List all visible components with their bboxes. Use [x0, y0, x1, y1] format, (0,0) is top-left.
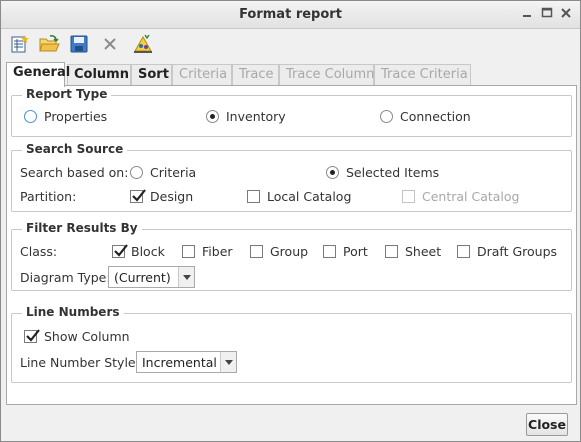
radio-inventory[interactable]	[206, 110, 219, 123]
search-source-legend: Search Source	[22, 142, 128, 156]
checkbox-local-catalog-label[interactable]: Local Catalog	[267, 189, 351, 204]
filter-results-legend: Filter Results By	[22, 221, 142, 235]
partition-label: Partition:	[20, 189, 77, 204]
run-report-icon[interactable]	[131, 32, 155, 56]
radio-connection[interactable]	[380, 110, 393, 123]
window-title: Format report	[239, 7, 342, 22]
line-numbers-group: Line Numbers Show Column Line Number Sty…	[11, 305, 572, 383]
open-folder-icon[interactable]	[37, 32, 61, 56]
search-source-group: Search Source Search based on: Criteria …	[11, 142, 572, 212]
tab-sort[interactable]: Sort	[131, 64, 172, 86]
checkbox-local-catalog[interactable]	[247, 190, 260, 203]
line-number-style-label: Line Number Style:	[20, 355, 140, 370]
general-panel: Report Type Properties Inventory Connect…	[6, 85, 577, 405]
class-label: Class:	[20, 244, 58, 259]
close-button[interactable]: Close	[526, 413, 568, 436]
radio-properties-label[interactable]: Properties	[44, 109, 107, 124]
diagram-type-label: Diagram Type:	[20, 270, 111, 285]
diagram-type-select[interactable]: (Current)	[108, 266, 195, 288]
filter-results-group: Filter Results By Class: Block Fiber Gro…	[11, 221, 572, 291]
checkmark-icon	[114, 244, 128, 257]
line-number-style-select[interactable]: Incremental	[136, 351, 237, 373]
checkbox-block[interactable]	[112, 244, 128, 258]
tab-criteria[interactable]: Criteria	[172, 64, 232, 86]
checkbox-fiber-label[interactable]: Fiber	[202, 244, 233, 259]
search-based-on-label: Search based on:	[20, 165, 129, 180]
maximize-icon[interactable]	[540, 6, 554, 20]
diagram-type-value: (Current)	[114, 270, 171, 285]
checkbox-design-label[interactable]: Design	[150, 189, 193, 204]
checkbox-port[interactable]	[323, 245, 336, 258]
toolbar	[1, 29, 580, 59]
format-report-window: Format report General Column Sort Criter…	[0, 0, 581, 442]
checkbox-port-label[interactable]: Port	[343, 244, 368, 259]
delete-icon[interactable]	[98, 32, 122, 56]
checkbox-fiber[interactable]	[182, 245, 195, 258]
close-window-icon[interactable]	[559, 6, 573, 20]
checkbox-sheet[interactable]	[385, 245, 398, 258]
checkmark-icon	[132, 189, 146, 202]
radio-selected-items[interactable]	[326, 166, 339, 179]
title-bar[interactable]: Format report	[1, 1, 580, 29]
checkbox-group[interactable]	[250, 245, 263, 258]
radio-connection-label[interactable]: Connection	[400, 109, 471, 124]
tab-trace-criteria[interactable]: Trace Criteria	[374, 64, 471, 86]
line-number-style-value: Incremental	[142, 355, 217, 370]
new-report-icon[interactable]	[8, 32, 32, 56]
save-icon[interactable]	[67, 32, 91, 56]
tab-bar: General Column Sort Criteria Trace Trace…	[6, 62, 576, 87]
tab-general[interactable]: General	[6, 62, 70, 87]
checkbox-show-column-label[interactable]: Show Column	[44, 329, 130, 344]
checkbox-design[interactable]	[130, 189, 146, 203]
checkbox-draft-groups[interactable]	[457, 245, 470, 258]
checkbox-draft-groups-label[interactable]: Draft Groups	[477, 244, 557, 259]
checkbox-block-label[interactable]: Block	[131, 244, 165, 259]
report-type-legend: Report Type	[22, 87, 112, 101]
report-type-group: Report Type Properties Inventory Connect…	[11, 87, 572, 137]
checkbox-central-catalog-label[interactable]: Central Catalog	[422, 189, 520, 204]
radio-criteria[interactable]	[130, 166, 143, 179]
checkbox-sheet-label[interactable]: Sheet	[405, 244, 441, 259]
tab-column[interactable]: Column	[67, 64, 131, 86]
checkmark-icon	[26, 329, 40, 342]
checkbox-group-label[interactable]: Group	[270, 244, 308, 259]
radio-inventory-label[interactable]: Inventory	[226, 109, 286, 124]
checkbox-central-catalog[interactable]	[402, 190, 415, 203]
radio-selected-items-label[interactable]: Selected Items	[346, 165, 439, 180]
chevron-down-icon[interactable]	[178, 267, 194, 287]
line-numbers-legend: Line Numbers	[22, 305, 124, 319]
chevron-down-icon[interactable]	[220, 352, 236, 372]
checkbox-show-column[interactable]	[24, 329, 40, 343]
radio-criteria-label[interactable]: Criteria	[150, 165, 196, 180]
tab-trace[interactable]: Trace	[232, 64, 279, 86]
tab-trace-column[interactable]: Trace Column	[279, 64, 374, 86]
minimize-icon[interactable]	[520, 6, 534, 20]
radio-properties[interactable]	[24, 110, 37, 123]
